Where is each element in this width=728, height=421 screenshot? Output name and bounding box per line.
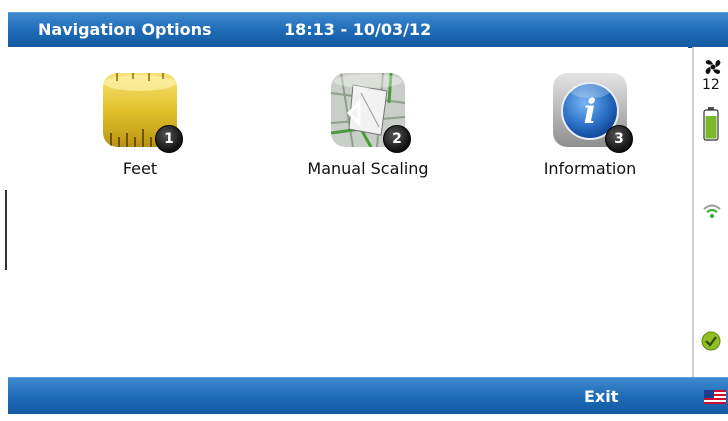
option-number-badge: 2 [383, 125, 411, 153]
title-bar: Navigation Options 18:13 - 10/03/12 [8, 12, 728, 48]
app-frame: Navigation Options 18:13 - 10/03/12 1 Fe… [8, 0, 728, 421]
fan-value: 12 [702, 77, 720, 93]
option-number-badge: 3 [605, 125, 633, 153]
option-information[interactable]: i 3 Information [510, 73, 670, 178]
option-number-badge: 1 [155, 125, 183, 153]
ok-check-icon [701, 331, 721, 351]
option-label: Information [543, 159, 637, 178]
exit-button[interactable]: Exit [584, 387, 618, 406]
battery-icon [703, 107, 719, 141]
option-manual-scaling[interactable]: 2 Manual Scaling [288, 72, 448, 178]
option-feet[interactable]: 1 Feet [60, 73, 220, 178]
option-label: Manual Scaling [307, 159, 429, 178]
options-panel: 1 Feet 2 Manual Scaling i 3 Information [8, 47, 688, 377]
fan-icon [705, 60, 721, 74]
bottom-bar: Exit [8, 377, 728, 414]
left-edge [0, 0, 8, 421]
option-label: Feet [122, 159, 158, 178]
status-panel: 12 [692, 47, 728, 377]
page-title: Navigation Options [38, 20, 212, 39]
datetime: 18:13 - 10/03/12 [284, 20, 432, 39]
us-flag-icon[interactable] [704, 390, 726, 404]
wifi-icon [703, 204, 721, 218]
